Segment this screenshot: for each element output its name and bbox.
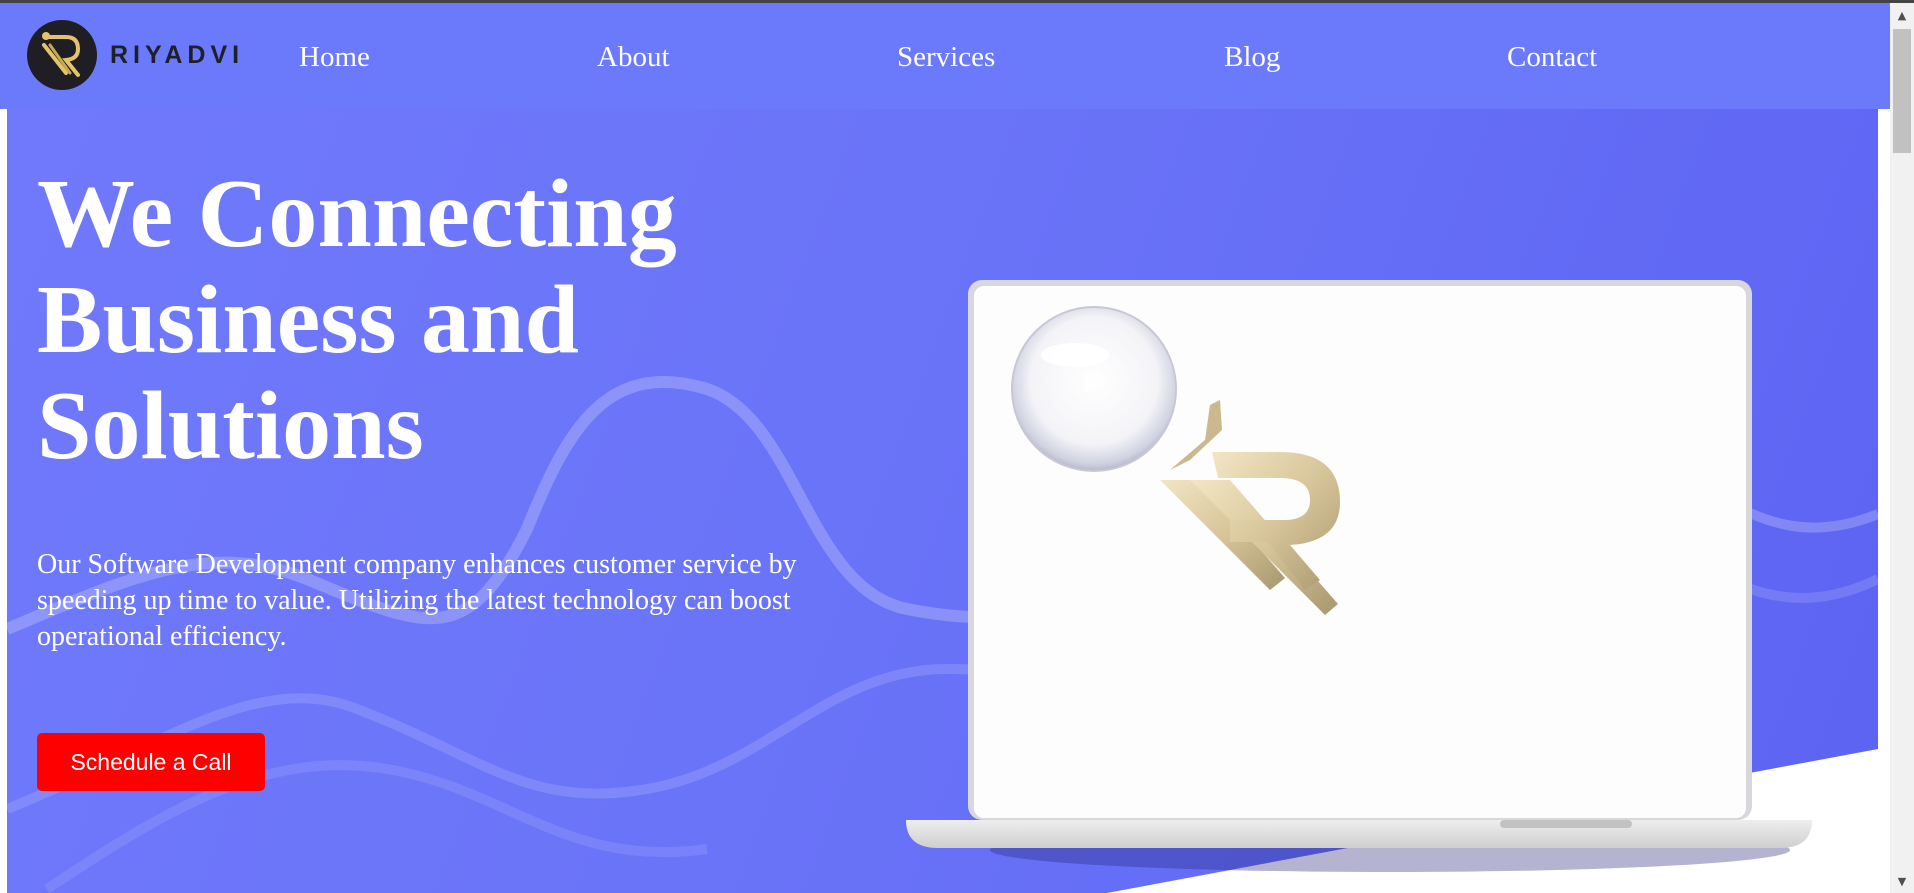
scroll-thumb[interactable] xyxy=(1893,29,1911,153)
scroll-up-arrow-icon[interactable]: ▲ xyxy=(1890,7,1914,25)
headline-line-3: Solutions xyxy=(37,372,424,480)
page-scrollbar[interactable]: ▲ ▼ xyxy=(1890,3,1914,893)
nav-blog[interactable]: Blog xyxy=(1224,41,1280,74)
top-navbar: RIYADVI Home About Services Blog Contact xyxy=(0,3,1890,109)
hero-description: Our Software Development company enhance… xyxy=(37,549,797,652)
scroll-down-arrow-icon[interactable]: ▼ xyxy=(1890,873,1914,891)
nav-services[interactable]: Services xyxy=(897,41,995,74)
hero-section: We Connecting Business and Solutions Our… xyxy=(7,109,1878,893)
brand-name: RIYADVI xyxy=(110,40,245,69)
brand-logo-link[interactable]: RIYADVI xyxy=(26,19,244,91)
laptop-illustration xyxy=(906,280,1812,872)
headline-line-2: Business and xyxy=(37,266,580,374)
riyadvi-logo-icon xyxy=(27,20,97,90)
hero-headline: We Connecting Business and Solutions xyxy=(37,161,817,479)
nav-contact[interactable]: Contact xyxy=(1507,41,1597,74)
nav-about[interactable]: About xyxy=(597,41,670,74)
nav-home[interactable]: Home xyxy=(299,41,370,74)
headline-line-1: We Connecting xyxy=(37,160,677,268)
schedule-call-button[interactable]: Schedule a Call xyxy=(37,733,265,791)
